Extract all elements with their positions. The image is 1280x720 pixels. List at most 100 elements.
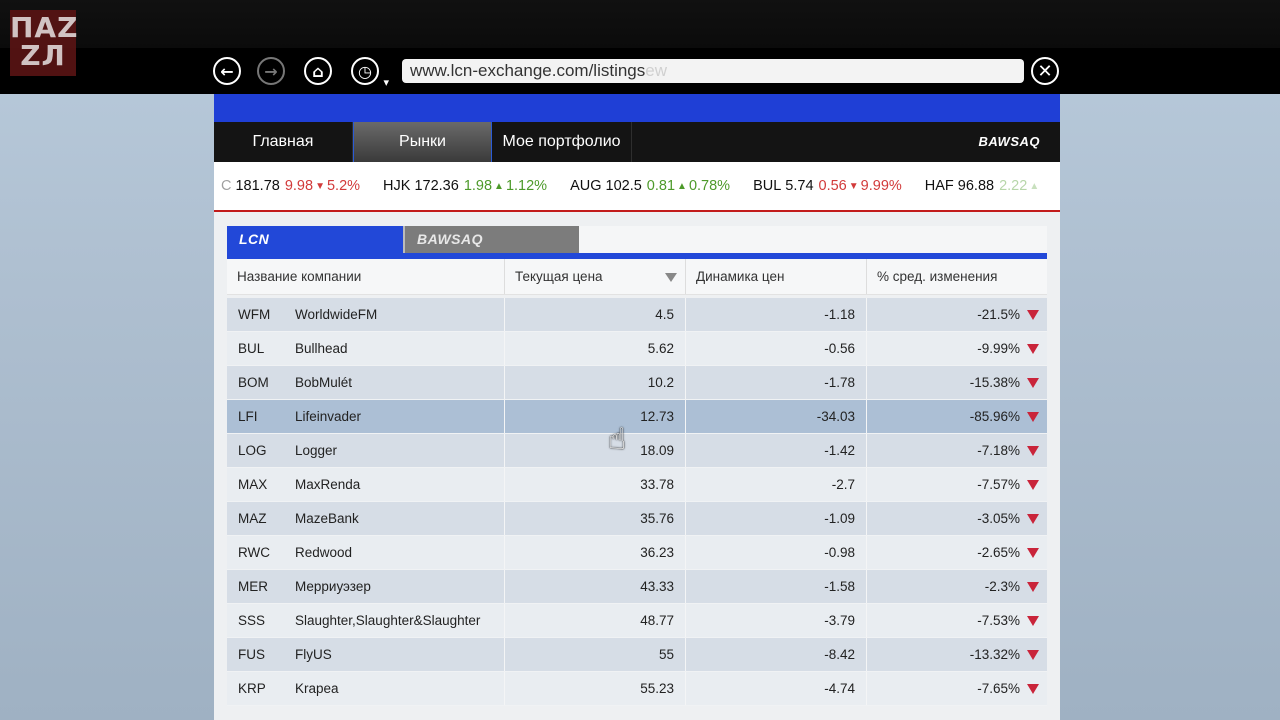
company-symbol: LOG <box>238 443 267 458</box>
exchange-tabs: LCN BAWSAQ <box>227 226 1047 253</box>
down-triangle-icon <box>1027 649 1039 660</box>
table-row[interactable]: BUL Bullhead 5.62 -0.56 -9.99% <box>227 332 1047 366</box>
menu-markets[interactable]: Рынки <box>353 122 492 162</box>
company-symbol: RWC <box>238 545 270 560</box>
avg-change-cell: -2.3% <box>867 570 1047 603</box>
company-name: WorldwideFM <box>295 307 378 322</box>
forward-button[interactable]: → <box>257 57 285 85</box>
avg-change-cell: -9.99% <box>867 332 1047 365</box>
table-row[interactable]: FUS FlyUS 55 -8.42 -13.32% <box>227 638 1047 672</box>
table-row[interactable]: MER Мерриуэзер 43.33 -1.58 -2.3% <box>227 570 1047 604</box>
price-cell: 18.09 <box>505 434 686 467</box>
table-row[interactable]: RWC Redwood 36.23 -0.98 -2.65% <box>227 536 1047 570</box>
down-triangle-icon <box>1027 445 1039 456</box>
table-row[interactable]: MAZ MazeBank 35.76 -1.09 -3.05% <box>227 502 1047 536</box>
main-menu: Главная Рынки Мое портфолио BAWSAQ <box>214 122 1060 162</box>
table-row[interactable]: KRP Krapea 55.23 -4.74 -7.65% <box>227 672 1047 706</box>
down-triangle-icon <box>1027 309 1039 320</box>
ticker-change: 0.81 <box>646 178 676 194</box>
avg-change-cell: -7.57% <box>867 468 1047 501</box>
avg-change-value: -21.5% <box>977 307 1020 322</box>
company-symbol: WFM <box>238 307 271 322</box>
company-name: Slaughter,Slaughter&Slaughter <box>295 613 481 628</box>
avg-change-cell: -15.38% <box>867 366 1047 399</box>
company-name: Logger <box>295 443 338 458</box>
tab-lcn[interactable]: LCN <box>227 226 403 253</box>
arrow-right-icon: → <box>264 61 278 81</box>
ticker-price: 102.5 <box>605 178 642 194</box>
down-triangle-icon <box>1027 581 1039 592</box>
header-price-label: Текущая цена <box>515 269 603 284</box>
home-button[interactable]: ⌂ <box>304 57 332 85</box>
ticker-pct: 9.99% <box>860 178 902 194</box>
logo-line-2: ZЛ <box>20 39 66 72</box>
avg-change-value: -85.96% <box>969 409 1020 424</box>
down-triangle-icon <box>1027 513 1039 524</box>
company-symbol: LFI <box>238 409 258 424</box>
header-dynamics[interactable]: Динамика цен <box>686 259 867 294</box>
ticker-item: HJK 172.36 1.98 ▲ 1.12% <box>383 178 547 194</box>
dynamics-cell: -1.18 <box>686 298 867 331</box>
dynamics-cell: -0.56 <box>686 332 867 365</box>
company-symbol: MER <box>238 579 268 594</box>
table-row[interactable]: LFI Lifeinvader 12.73 -34.03 -85.96% <box>227 400 1047 434</box>
ticker-pct: 5.2% <box>326 178 361 194</box>
company-name: MazeBank <box>295 511 359 526</box>
table-row[interactable]: BOM BobMulét 10.2 -1.78 -15.38% <box>227 366 1047 400</box>
arrow-left-icon: ← <box>220 61 234 81</box>
avg-change-value: -15.38% <box>969 375 1020 390</box>
up-arrow-icon: ▲ <box>494 180 504 192</box>
company-cell: LOG Logger <box>227 434 505 467</box>
company-cell: SSS Slaughter,Slaughter&Slaughter <box>227 604 505 637</box>
ticker-change: 1.98 <box>463 178 493 194</box>
ticker-symbol: AUG <box>570 178 602 194</box>
table-row[interactable]: SSS Slaughter,Slaughter&Slaughter 48.77 -3.… <box>227 604 1047 638</box>
company-symbol: MAZ <box>238 511 267 526</box>
header-bar <box>214 94 1060 122</box>
company-name: Lifeinvader <box>295 409 362 424</box>
table-row[interactable]: WFM WorldwideFM 4.5 -1.18 -21.5% <box>227 298 1047 332</box>
company-cell: KRP Krapea <box>227 672 505 705</box>
company-cell: BOM BobMulét <box>227 366 505 399</box>
avg-change-cell: -13.32% <box>867 638 1047 671</box>
price-cell: 4.5 <box>505 298 686 331</box>
avg-change-value: -7.53% <box>977 613 1020 628</box>
avg-change-value: -7.57% <box>977 477 1020 492</box>
listings-table-body: WFM WorldwideFM 4.5 -1.18 -21.5% BUL Bullhead 5… <box>227 298 1047 706</box>
table-row[interactable]: LOG Logger 18.09 -1.42 -7.18% <box>227 434 1047 468</box>
company-cell: MAX MaxRenda <box>227 468 505 501</box>
ticker-prefix: C <box>221 178 232 194</box>
address-bar[interactable]: www.lcn-exchange.com/listingsew <box>402 59 1024 83</box>
company-symbol: FUS <box>238 647 265 662</box>
ticker-pct: 0.78% <box>688 178 731 194</box>
price-cell: 55 <box>505 638 686 671</box>
ticker-item: BUL 5.74 0.56 ▼ 9.99% <box>753 178 902 194</box>
company-symbol: BOM <box>238 375 269 390</box>
menu-portfolio[interactable]: Мое портфолио <box>492 122 632 162</box>
company-symbol: MAX <box>238 477 268 492</box>
close-button[interactable]: ✕ <box>1031 57 1059 85</box>
header-price[interactable]: Текущая цена <box>505 259 686 294</box>
price-cell: 55.23 <box>505 672 686 705</box>
company-symbol: KRP <box>238 681 266 696</box>
ticker-change: 2.22 <box>999 178 1028 194</box>
table-row[interactable]: MAX MaxRenda 33.78 -2.7 -7.57% <box>227 468 1047 502</box>
avg-change-cell: -7.53% <box>867 604 1047 637</box>
company-cell: FUS FlyUS <box>227 638 505 671</box>
down-arrow-icon: ▼ <box>315 180 325 192</box>
dynamics-cell: -0.98 <box>686 536 867 569</box>
dynamics-cell: -4.74 <box>686 672 867 705</box>
header-avg-change[interactable]: % сред. изменения <box>867 259 1047 294</box>
company-cell: LFI Lifeinvader <box>227 400 505 433</box>
history-button[interactable]: ◷ <box>351 57 389 89</box>
ticker-symbol: HAF <box>924 178 954 194</box>
tab-bawsaq[interactable]: BAWSAQ <box>403 226 579 253</box>
avg-change-cell: -2.65% <box>867 536 1047 569</box>
company-cell: MAZ MazeBank <box>227 502 505 535</box>
back-button[interactable]: ← <box>213 57 241 85</box>
menu-home[interactable]: Главная <box>214 122 353 162</box>
browser-chrome: ПАZ ZЛ ← → ⌂ ◷ www.lcn-exchange.com/list… <box>0 0 1280 94</box>
price-cell: 10.2 <box>505 366 686 399</box>
header-company[interactable]: Название компании <box>227 259 505 294</box>
table-header: Название компании Текущая цена Динамика … <box>227 259 1047 295</box>
